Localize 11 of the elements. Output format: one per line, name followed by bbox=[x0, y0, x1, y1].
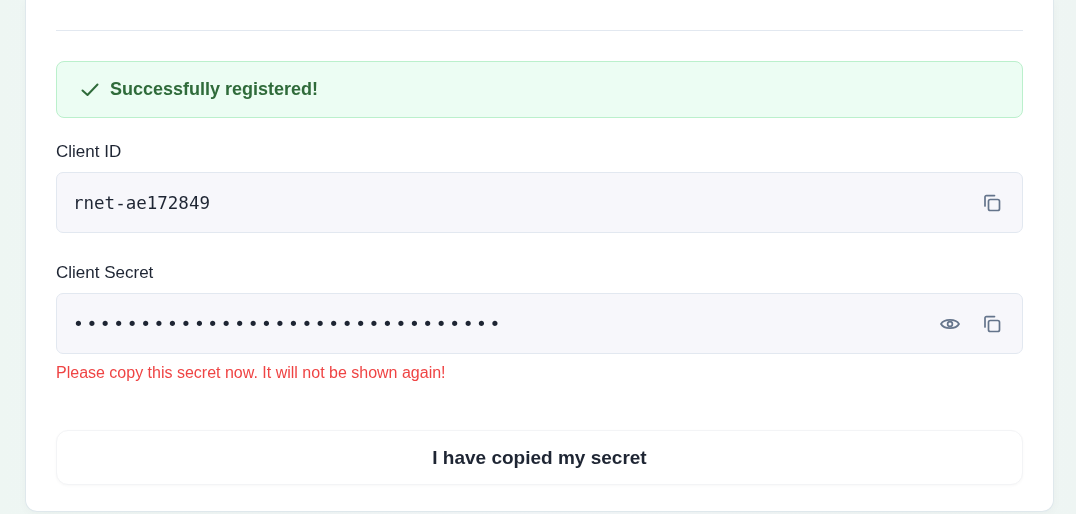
field-label: Client ID bbox=[56, 142, 123, 162]
confirm-button[interactable]: I have copied my secret bbox=[56, 430, 1023, 485]
alert-message: Successfully registered! bbox=[110, 79, 319, 100]
field-label: Client Secret bbox=[56, 263, 155, 283]
secret-field[interactable]: •••••••••••••••••••••••••••••••• bbox=[56, 293, 1023, 354]
copy-icon[interactable] bbox=[982, 192, 1002, 213]
copy-icon[interactable] bbox=[982, 313, 1002, 334]
eye-icon[interactable] bbox=[940, 316, 960, 331]
checkmark-icon bbox=[81, 82, 99, 97]
warning-text: Please copy this secret now. It will not be shown again! bbox=[56, 364, 447, 382]
input-field[interactable]: rnet-ae172849 bbox=[56, 172, 1023, 233]
